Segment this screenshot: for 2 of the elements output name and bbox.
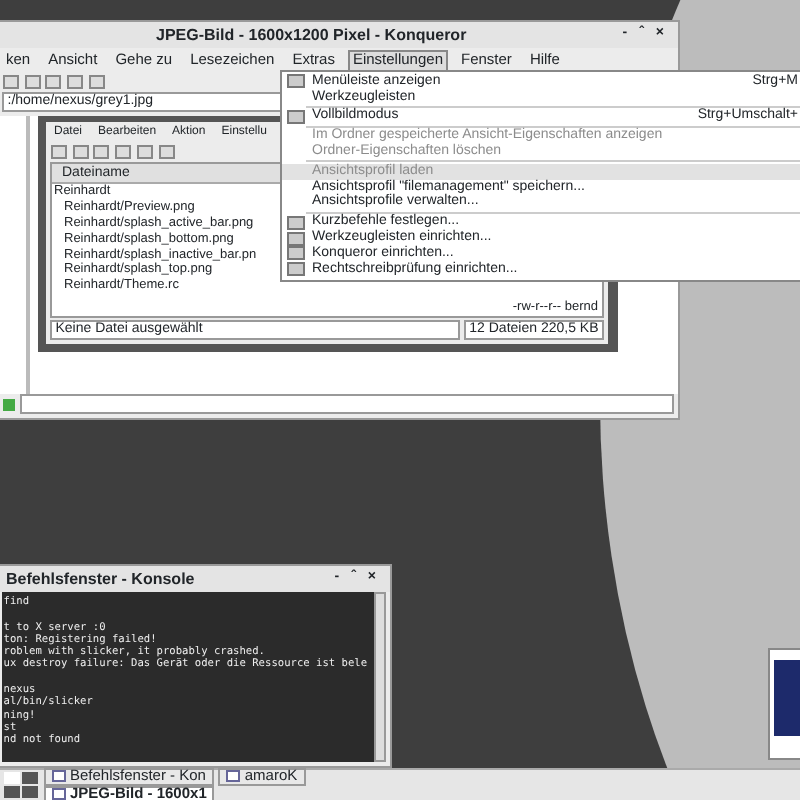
window-title: Befehlsfenster - Konsole [6, 569, 197, 589]
window-title: JPEG-Bild - 1600x1200 Pixel - Konqueror [154, 25, 469, 45]
